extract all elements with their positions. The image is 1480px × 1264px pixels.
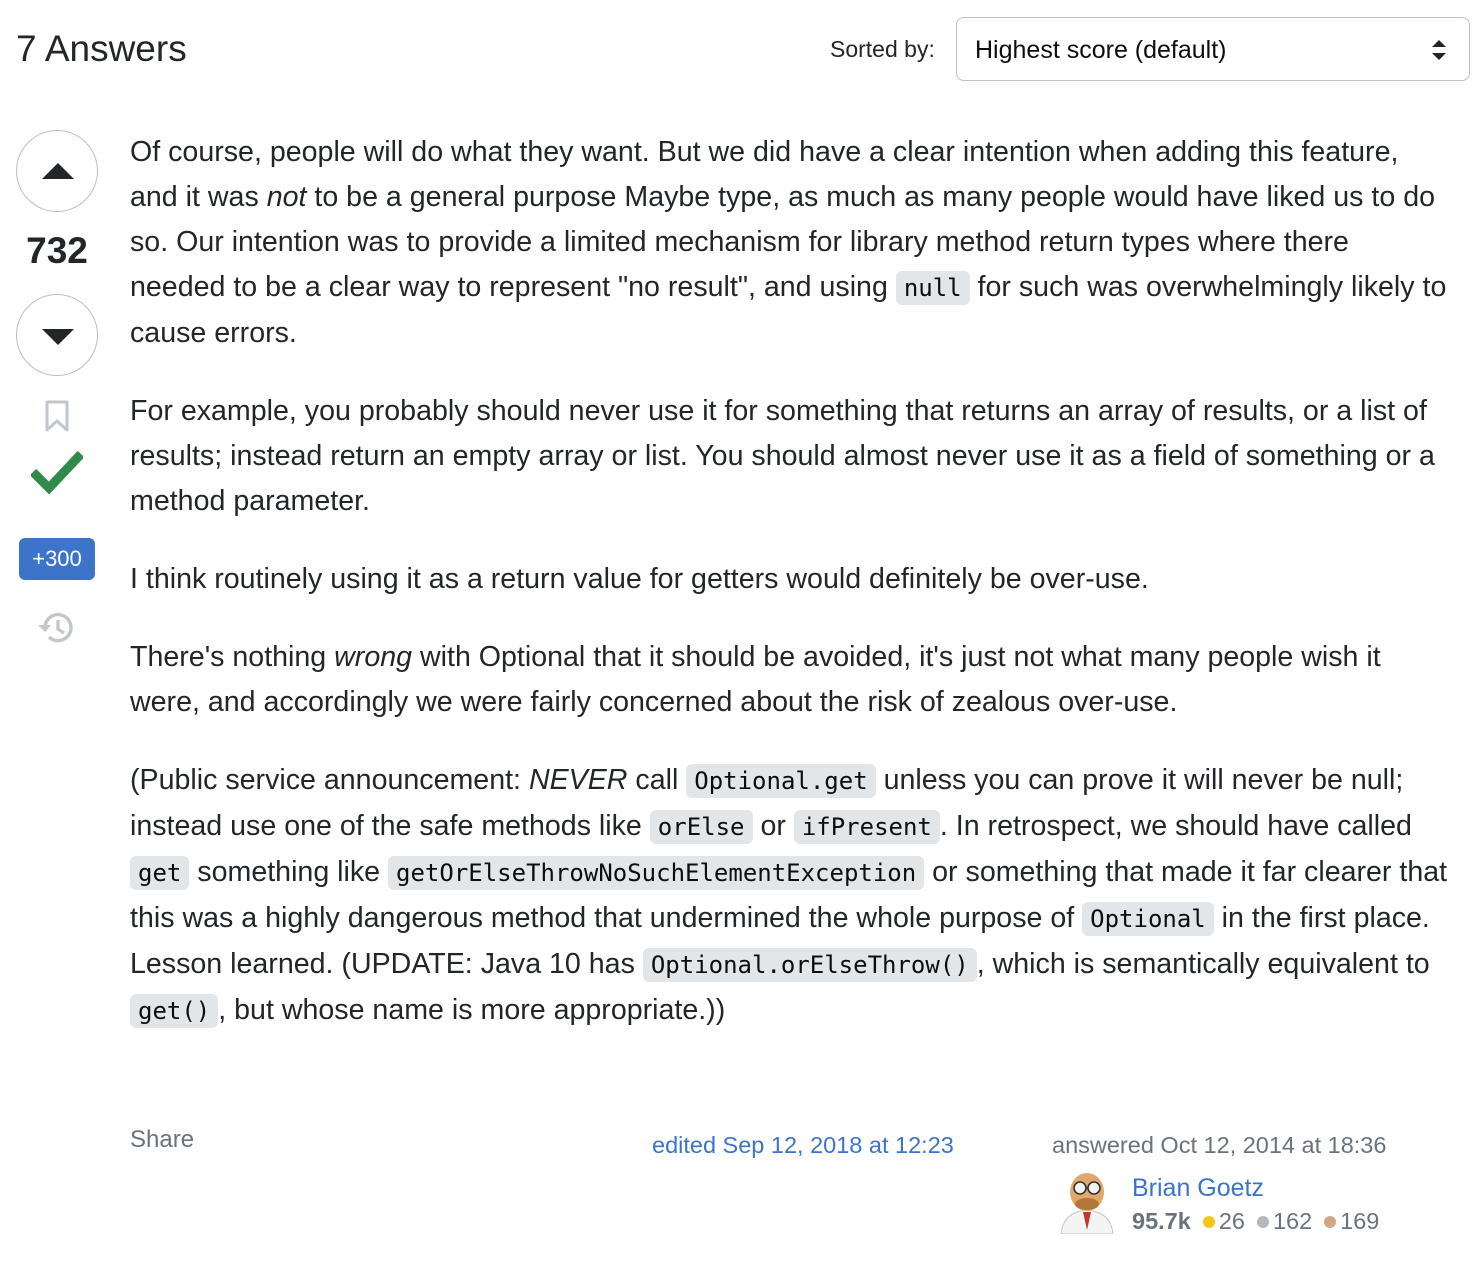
inline-code: null <box>895 271 970 305</box>
sort-arrows-icon <box>1431 38 1447 62</box>
answer-paragraph: There's nothing wrong with Optional that… <box>130 641 1381 718</box>
bookmark-icon[interactable] <box>45 400 69 437</box>
reputation: 95.7k <box>1132 1208 1191 1234</box>
vote-count: 732 <box>26 230 88 271</box>
sort-selected-value: Highest score (default) <box>975 36 1227 64</box>
inline-code: get() <box>130 994 219 1028</box>
answers-header: 7 Answers Sorted by: Highest score (defa… <box>16 0 1470 100</box>
inline-code: get <box>130 856 190 890</box>
answer-paragraph: Of course, people will do what they want… <box>130 136 1447 349</box>
silver-badge-count: 162 <box>1272 1208 1313 1234</box>
bounty-badge[interactable]: +300 <box>19 538 95 580</box>
answered-timestamp: answered Oct 12, 2014 at 18:36 <box>1052 1132 1387 1158</box>
answer-body: Of course, people will do what they want… <box>130 130 1450 1067</box>
inline-code: Optional.orElseThrow() <box>642 948 977 982</box>
bronze-badge-count: 169 <box>1340 1208 1380 1234</box>
inline-code: ifPresent <box>793 810 940 844</box>
accepted-checkmark-icon <box>29 448 85 499</box>
history-icon[interactable] <box>36 610 76 651</box>
answer-paragraph: I think routinely using it as a return v… <box>130 563 1149 595</box>
edited-link[interactable]: edited Sep 12, 2018 at 12:23 <box>652 1132 954 1159</box>
gold-badge-count: 26 <box>1218 1208 1245 1234</box>
inline-code: Optional.get <box>686 764 876 798</box>
gold-badge-icon <box>1202 1215 1215 1228</box>
answers-count: 7 Answers <box>16 28 187 69</box>
user-name-link[interactable]: Brian Goetz <box>1132 1174 1264 1203</box>
inline-code: Optional <box>1082 902 1214 936</box>
bronze-badge-icon <box>1324 1215 1337 1228</box>
arrow-up-icon <box>42 163 74 179</box>
arrow-down-icon <box>42 329 74 345</box>
user-avatar[interactable] <box>1055 1168 1119 1235</box>
inline-code: getOrElseThrowNoSuchElementException <box>388 856 925 890</box>
answer-paragraph: (Public service announcement: NEVER call… <box>130 764 1448 1028</box>
sort-label: Sorted by: <box>830 36 935 62</box>
inline-code: orElse <box>649 810 753 844</box>
answer-paragraph: For example, you probably should never u… <box>130 395 1435 517</box>
sort-select[interactable]: Highest score (default) <box>956 17 1470 81</box>
user-stats: 95.7k 26 162 169 <box>1132 1208 1379 1235</box>
downvote-button[interactable] <box>16 294 98 376</box>
upvote-button[interactable] <box>16 130 98 212</box>
silver-badge-icon <box>1256 1215 1269 1228</box>
share-link[interactable]: Share <box>130 1126 194 1154</box>
